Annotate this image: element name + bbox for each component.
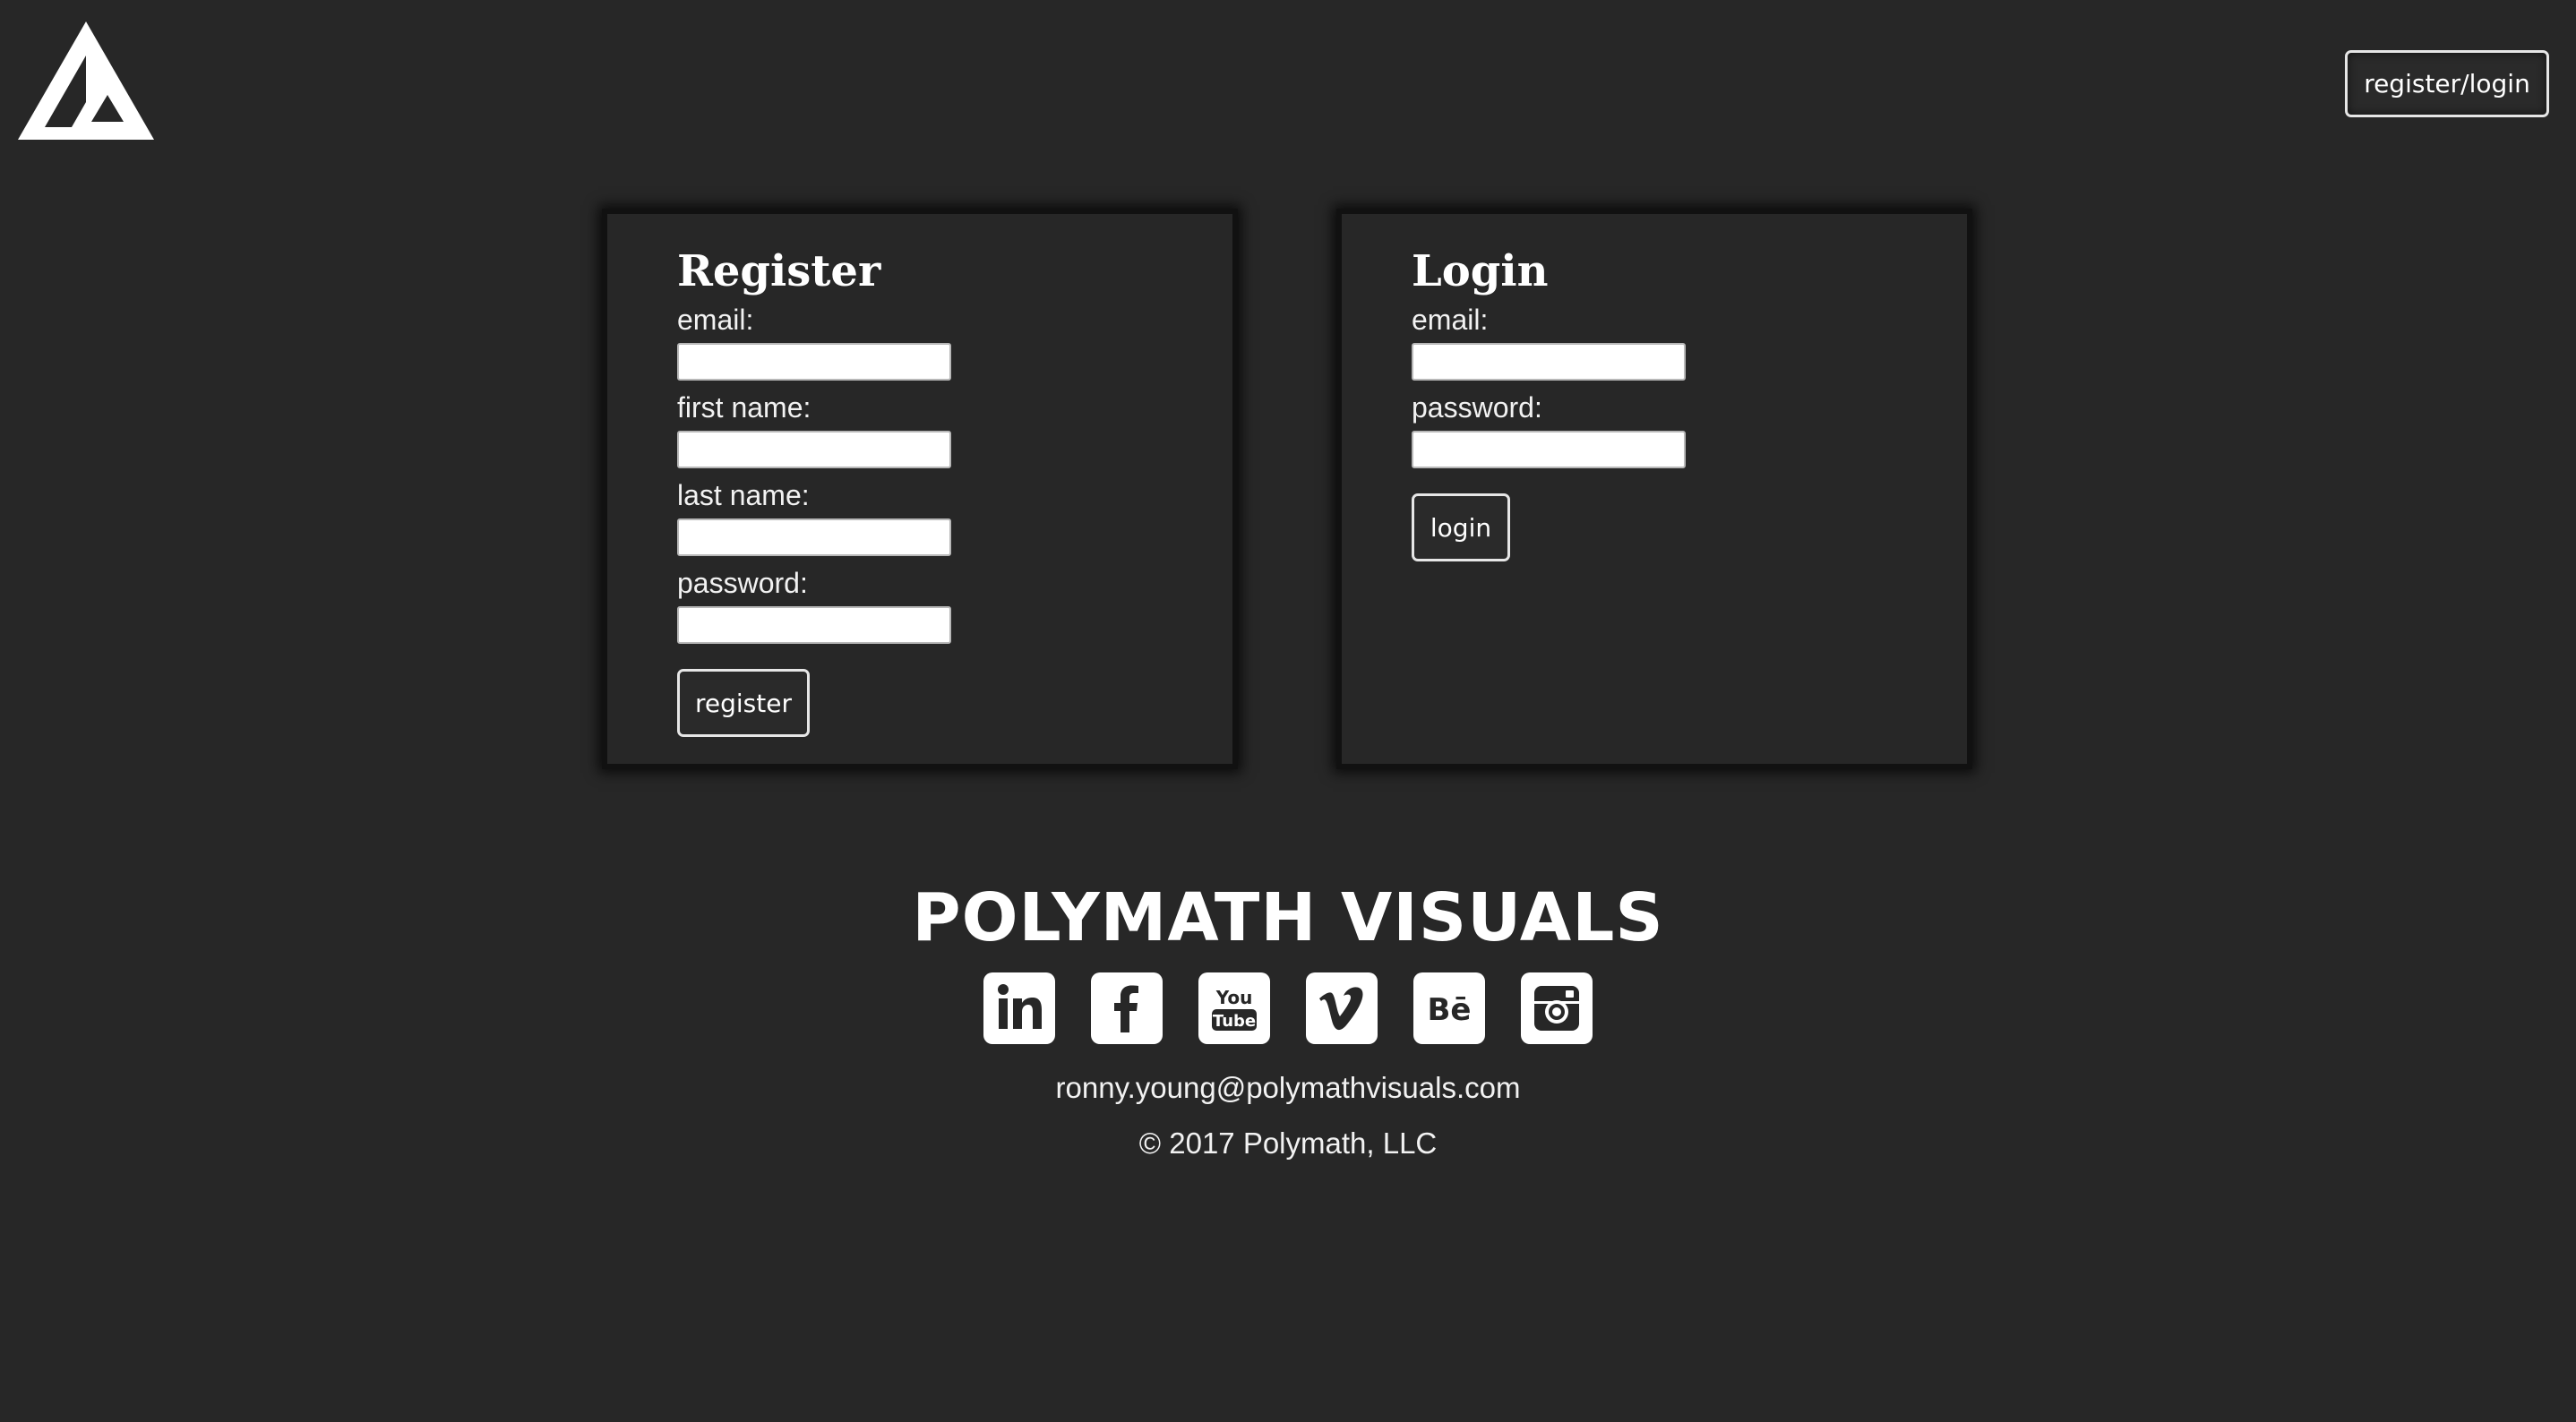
instagram-icon[interactable] [1521,972,1593,1044]
footer: POLYMATH VISUALS You Tube Bē ronny.young… [0,878,2576,1162]
login-panel: Login email: password: login [1336,209,1972,769]
register-first-name-label: first name: [677,391,811,424]
youtube-text-top: You [1215,987,1253,1008]
register-button[interactable]: register [677,669,810,737]
register-title: Register [677,246,881,296]
copyright-text: © 2017 Polymath, LLC [1138,1126,1438,1160]
contact-email[interactable]: ronny.young@polymathvisuals.com [0,1069,2576,1107]
register-last-name-input[interactable] [677,518,951,556]
youtube-icon[interactable]: You Tube [1198,972,1270,1044]
vimeo-icon[interactable] [1306,972,1378,1044]
register-first-name-input[interactable] [677,431,951,468]
login-email-input[interactable] [1412,343,1686,381]
facebook-icon[interactable] [1091,972,1163,1044]
page: register/login Register email: first nam… [0,0,2576,1422]
behance-icon[interactable]: Bē [1413,972,1485,1044]
login-email-label: email: [1412,304,1489,336]
linkedin-icon[interactable] [983,972,1055,1044]
login-title: Login [1412,246,1549,296]
register-email-label: email: [677,304,754,336]
behance-text: Bē [1428,992,1472,1028]
social-links: You Tube Bē [0,972,2576,1044]
register-password-input[interactable] [677,606,951,644]
brand-title: POLYMATH VISUALS [912,879,1664,956]
register-panel: Register email: first name: last name: p… [602,209,1238,769]
login-password-label: password: [1412,391,1542,424]
register-last-name-label: last name: [677,479,810,511]
register-password-label: password: [677,567,808,599]
login-password-input[interactable] [1412,431,1686,468]
register-login-nav-button[interactable]: register/login [2345,50,2549,117]
register-email-input[interactable] [677,343,951,381]
youtube-text-bottom: Tube [1213,1012,1256,1031]
polymath-logo-icon[interactable] [18,21,154,140]
login-button[interactable]: login [1412,493,1510,561]
